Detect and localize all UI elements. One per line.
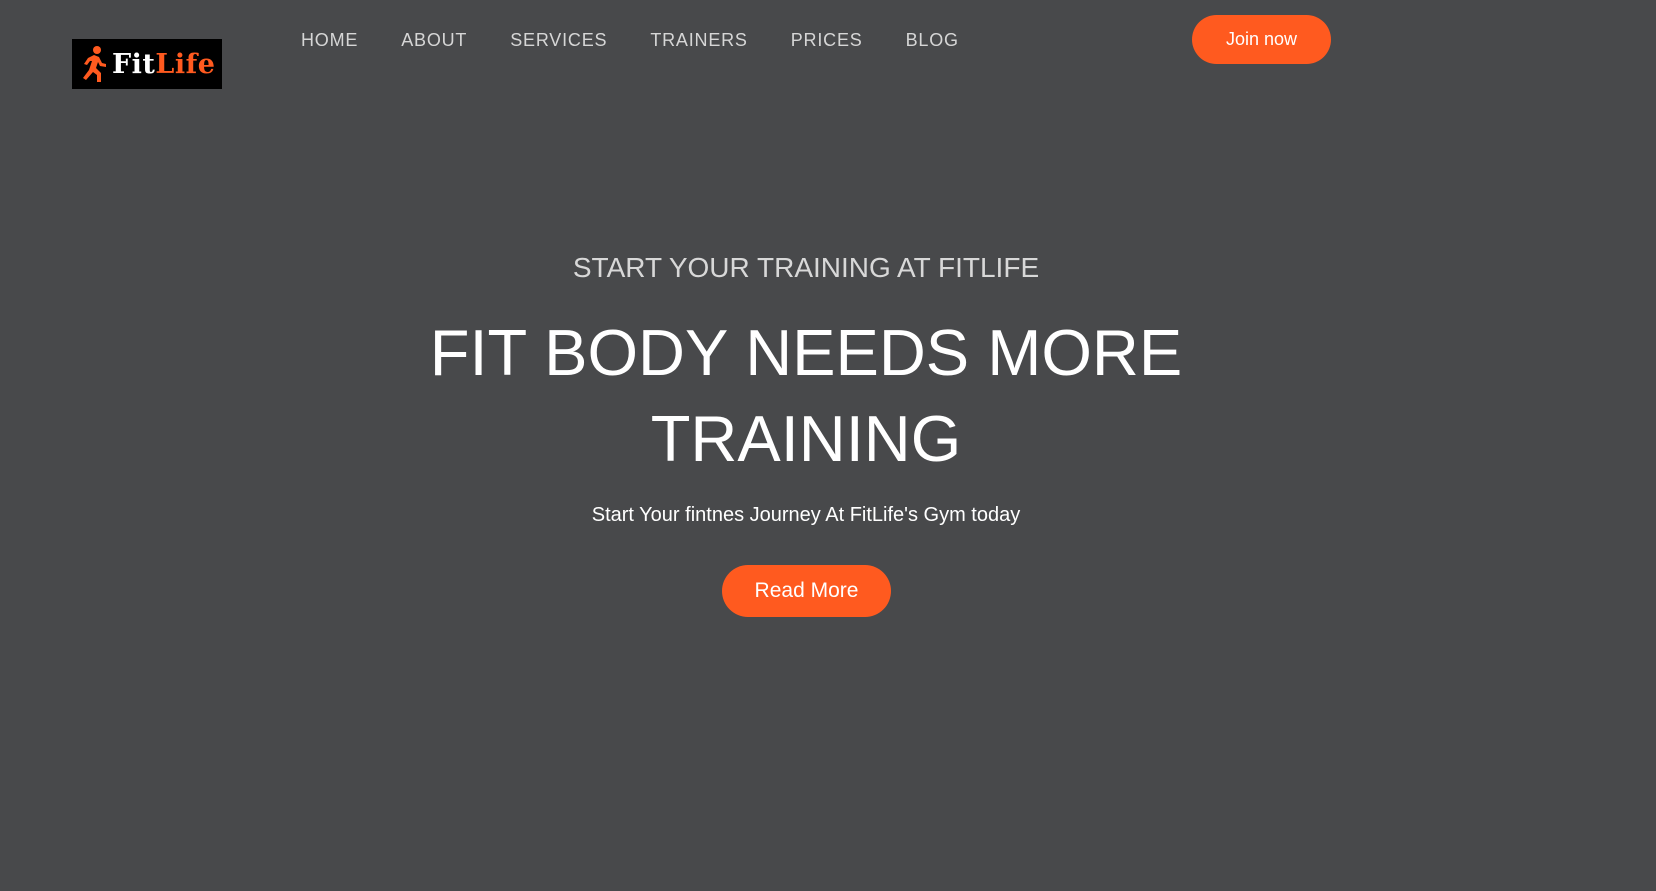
hero-title-line-1: FIT BODY NEEDS MORE <box>429 316 1183 389</box>
logo-text: FitLife <box>112 51 215 78</box>
nav-item-trainers[interactable]: TRAINERS <box>650 29 747 51</box>
nav-item-about[interactable]: ABOUT <box>401 29 467 51</box>
main-nav: HOME ABOUT SERVICES TRAINERS PRICES BLOG <box>301 29 1002 51</box>
nav-item-services[interactable]: SERVICES <box>510 29 607 51</box>
logo-text-life: Life <box>155 48 216 80</box>
hero-title-line-2: TRAINING <box>650 402 962 475</box>
hero-description: Start Your fintnes Journey At FitLife's … <box>591 504 1021 526</box>
nav-item-home[interactable]: HOME <box>301 29 358 51</box>
nav-item-blog[interactable]: BLOG <box>906 29 959 51</box>
running-person-icon <box>83 46 106 82</box>
nav-item-prices[interactable]: PRICES <box>791 29 863 51</box>
read-more-button[interactable]: Read More <box>722 565 891 617</box>
join-now-button[interactable]: Join now <box>1192 15 1331 64</box>
hero-subtitle: START YOUR TRAINING AT FITLIFE <box>572 252 1040 283</box>
hero-title: FIT BODY NEEDS MORE TRAINING <box>0 310 1612 482</box>
logo[interactable]: FitLife <box>72 39 222 89</box>
logo-text-fit: Fit <box>112 48 156 80</box>
